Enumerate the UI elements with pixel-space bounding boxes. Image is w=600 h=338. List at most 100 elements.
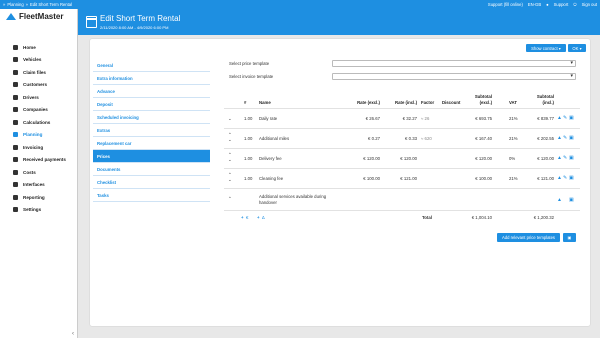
price-template-select[interactable] [332,60,576,67]
chevron-up-icon[interactable]: ⌃ [228,196,232,202]
save-icon: ▣ [567,235,572,240]
ok-label: OK [572,45,579,51]
sidebar-item-reporting[interactable]: Reporting [0,191,78,204]
invoice-template-select[interactable] [332,73,576,80]
row-qty: 1.00 [244,176,253,181]
row-subtotal-excl: € 120.00 [475,156,492,161]
sidebar-item-calculations[interactable]: Calculations [0,116,78,129]
lock-icon[interactable]: ▲ [557,175,562,181]
signout-icon[interactable]: ⏻ [573,2,576,7]
col-discount: Discount [442,100,461,105]
lock-icon[interactable]: ▲ [557,115,562,121]
row-vat: 21% [509,176,518,181]
lock-icon[interactable]: ▲ [557,197,562,203]
sidebar-item-label: Interfaces [23,182,45,188]
row-vat: 21% [509,116,518,121]
table-row: ⌃ ⌄ 1.00 Additional miles € 0.27 € 0.33 ≈… [224,128,580,148]
delete-icon[interactable]: ▣ [569,175,574,181]
row-rate-incl: € 32.27 [402,116,417,121]
tab-checklist[interactable]: Checklist [93,176,210,189]
tab-general[interactable]: General [93,59,210,72]
sidebar-item-companies[interactable]: Companies [0,104,78,117]
tab-advance[interactable]: Advance [93,85,210,98]
collapse-sidebar-icon[interactable]: ‹ [72,331,74,337]
tab-scheduled-invoicing[interactable]: Scheduled invoicing [93,111,210,124]
lock-icon[interactable]: ▲ [557,155,562,161]
language-select[interactable]: EN-GB [528,2,541,7]
edit-icon[interactable]: ✎ [563,175,567,181]
tab-prices[interactable]: Prices [93,150,210,163]
row-subtotal-incl: € 839.77 [537,116,554,121]
tab-extras[interactable]: Extras [93,124,210,137]
additional-services-text: Additional services available during han… [259,194,327,205]
reorder-icon[interactable]: ⌃ ⌄ [228,152,232,162]
add-row-icon[interactable]: + [241,215,244,220]
sidebar-item-planning[interactable]: Planning [0,129,78,142]
user-icon [13,94,18,100]
row-factor: ≈ 620 [421,136,432,141]
delete-icon[interactable]: ▣ [569,197,574,203]
sidebar-item-drivers[interactable]: Drivers [0,91,78,104]
signout-link[interactable]: Sign out [582,2,597,7]
link-icon [13,182,18,188]
row-name: Additional miles [259,136,290,141]
edit-icon[interactable]: ✎ [563,135,567,141]
sidebar-item-label: Invoicing [23,144,44,150]
brand-logo[interactable]: FleetMaster [6,12,63,21]
row-vat: 0% [509,156,516,161]
price-template-label: Select price template [229,61,270,66]
sidebar-item-label: Companies [23,107,48,113]
support-link[interactable]: Support (fill online) [488,2,523,7]
sidebar-item-claim-files[interactable]: Claim files [0,66,78,79]
help-icon[interactable]: ● [546,2,549,7]
row-rate-excl: € 100.00 [363,176,380,181]
costs-icon [13,169,18,175]
row-vat: 21% [509,136,518,141]
sidebar-item-interfaces[interactable]: Interfaces [0,179,78,192]
row-name: Delivery fee [259,156,282,161]
col-vat: VAT [509,100,517,105]
table-row: ⌃ ⌄ 1.00 Delivery fee € 120.00 € 120.00 €… [224,148,580,168]
sidebar-item-label: Claim files [23,69,46,75]
sidebar-item-vehicles[interactable]: Vehicles [0,54,78,67]
sidebar-item-customers[interactable]: Customers [0,79,78,92]
invoice-template-label: Select invoice template [229,74,274,79]
show-contract-button[interactable]: Show contract ▾ [526,44,566,52]
delete-icon[interactable]: ▣ [569,115,574,121]
sidebar-item-label: Planning [23,132,43,138]
sidebar-item-settings[interactable]: Settings [0,204,78,217]
sidebar-item-received-payments[interactable]: Received payments [0,154,78,167]
delete-icon[interactable]: ▣ [569,135,574,141]
tab-documents[interactable]: Documents [93,163,210,176]
reorder-icon[interactable]: ⌃ ⌄ [228,132,232,142]
ok-button[interactable]: OK ▾ [568,44,586,52]
lock-icon[interactable]: ▲ [557,135,562,141]
add-price-templates-label: Add relevant price templates [501,235,556,240]
sidebar-item-label: Vehicles [23,57,42,63]
help-link[interactable]: Support [554,2,569,7]
edit-icon[interactable]: ✎ [563,155,567,161]
row-rate-incl: € 121.00 [400,176,417,181]
add-price-templates-button[interactable]: Add relevant price templates [497,233,560,242]
add-price-link[interactable]: € [246,215,248,220]
top-bar: » Planning » Edit Short Term Rental Supp… [0,0,600,9]
reorder-icon[interactable]: ⌃ ⌄ [228,172,232,182]
add-delta-link[interactable]: ∆ [262,215,265,220]
row-rate-excl: € 0.27 [368,136,380,141]
tab-replacement-car[interactable]: Replacement car [93,137,210,150]
row-rate-excl: € 120.00 [363,156,380,161]
sidebar-item-invoicing[interactable]: Invoicing [0,141,78,154]
sidebar-item-home[interactable]: Home [0,41,78,54]
tab-extra-information[interactable]: Extra information [93,72,210,85]
edit-icon[interactable]: ✎ [563,115,567,121]
tab-tasks[interactable]: Tasks [93,189,210,202]
breadcrumb-planning[interactable]: Planning [7,2,23,7]
chevron-down-icon[interactable]: ⌄ [228,116,232,122]
sidebar-item-costs[interactable]: Costs [0,166,78,179]
delete-icon[interactable]: ▣ [569,155,574,161]
sidebar-item-label: Calculations [23,119,51,125]
add-row-icon[interactable]: + [257,215,260,220]
save-button[interactable]: ▣ [563,233,576,242]
calendar-icon [13,132,18,138]
tab-deposit[interactable]: Deposit [93,98,210,111]
